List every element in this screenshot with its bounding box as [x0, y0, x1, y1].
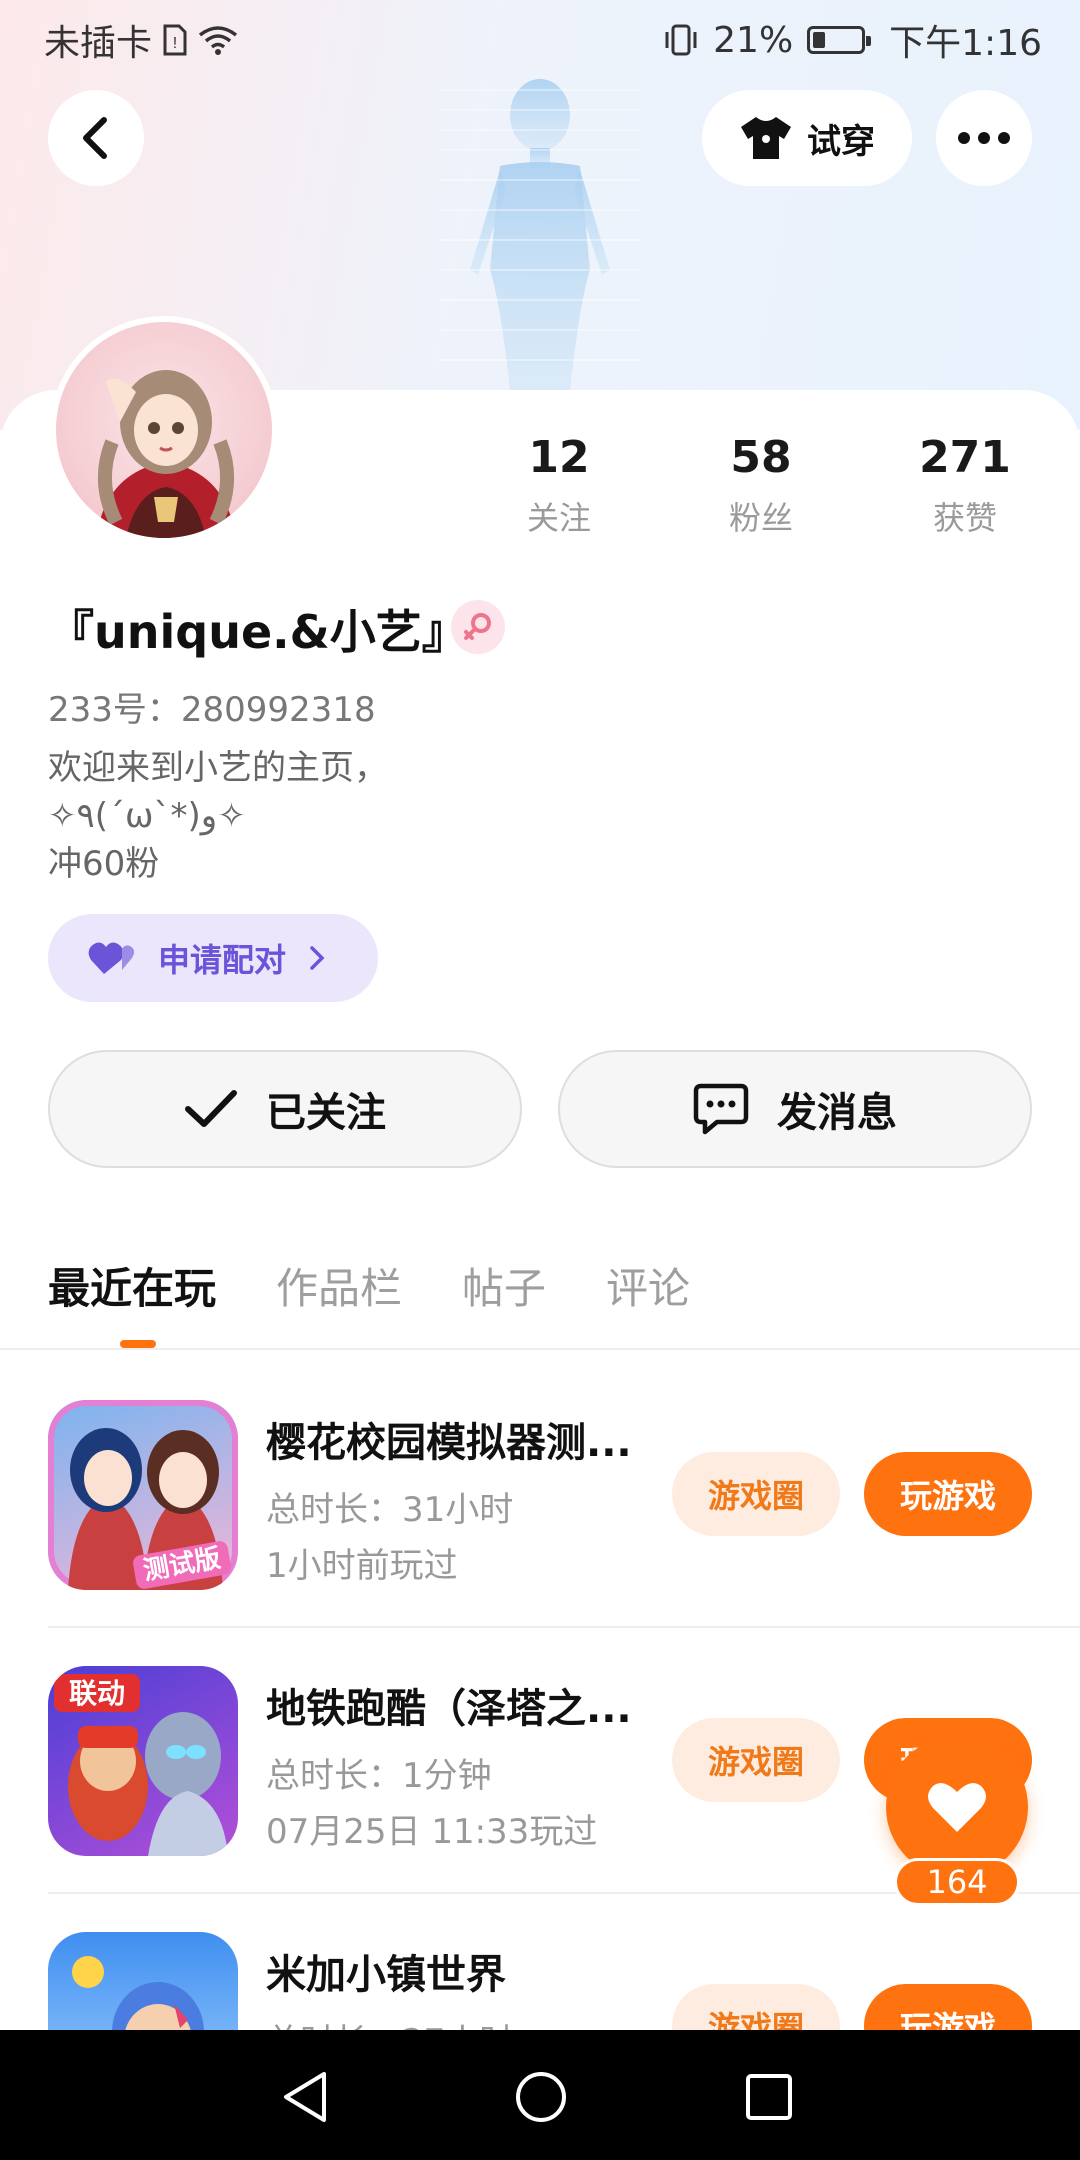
floating-like-button[interactable] — [886, 1736, 1028, 1878]
back-arrow-icon — [83, 117, 107, 159]
tshirt-icon — [741, 117, 791, 159]
game-title: 樱花校园模拟器测... — [266, 1420, 632, 1466]
try-on-button[interactable]: 试穿 — [702, 90, 912, 186]
user-bio: 欢迎来到小艺的主页， ✧٩(ˊωˋ*)و✧ 冲60粉 — [48, 744, 388, 888]
likes-count: 271 — [919, 432, 1011, 483]
chevron-right-icon — [310, 946, 325, 970]
game-list-item[interactable]: 测试版 樱花校园模拟器测... 总时长：31小时 1小时前玩过 游戏圈 玩游戏 — [48, 1400, 1080, 1666]
tab-works[interactable]: 作品栏 — [276, 1255, 402, 1316]
apply-pair-button[interactable]: 申请配对 — [48, 914, 378, 1002]
following-count: 12 — [528, 432, 590, 483]
game-circle-button[interactable]: 游戏圈 — [672, 1452, 840, 1536]
game-duration: 总时长：27小时 — [266, 2014, 513, 2030]
send-message-label: 发消息 — [777, 1090, 897, 1136]
clock-text: 下午1:16 — [889, 23, 1042, 64]
battery-icon — [807, 26, 872, 54]
game-circle-button[interactable]: 游戏圈 — [672, 1984, 840, 2030]
profile-tabs: 最近在玩 作品栏 帖子 评论 — [48, 1255, 690, 1316]
bio-line: ✧٩(ˊωˋ*)و✧ — [48, 796, 246, 836]
followers-label: 粉丝 — [728, 499, 793, 537]
carrier-text: 未插卡 — [44, 23, 153, 64]
active-tab-indicator — [120, 1340, 156, 1348]
nav-recents-icon[interactable] — [744, 2072, 794, 2122]
followed-button[interactable]: 已关注 — [48, 1050, 522, 1168]
tab-posts[interactable]: 帖子 — [462, 1255, 546, 1316]
send-message-button[interactable]: 发消息 — [558, 1050, 1032, 1168]
game-icon-subway-surfers: 联动 — [48, 1666, 238, 1856]
nav-back-icon[interactable] — [280, 2070, 330, 2124]
like-count-badge: 164 — [894, 1858, 1020, 1906]
game-icon-sakura-school: 测试版 — [48, 1400, 238, 1590]
stat-likes[interactable]: 271 获赞 — [880, 432, 1050, 539]
battery-percent: 21% — [713, 19, 794, 61]
game-duration: 总时长：1分钟 — [266, 1756, 492, 1796]
pair-hearts-icon — [88, 942, 135, 974]
play-game-button[interactable]: 玩游戏 — [864, 1984, 1032, 2030]
heart-icon — [928, 1783, 986, 1832]
female-gender-icon — [451, 600, 505, 654]
tab-comments[interactable]: 评论 — [606, 1255, 690, 1316]
game-meta: 总时长：31小时 1小时前玩过 — [266, 1482, 513, 1594]
avatar-hologram-figure — [440, 79, 640, 390]
tab-divider — [0, 1348, 1080, 1350]
more-dots-icon — [958, 132, 1010, 144]
following-label: 关注 — [526, 499, 591, 537]
apply-pair-label: 申请配对 — [158, 941, 287, 979]
tab-recently-played[interactable]: 最近在玩 — [48, 1255, 216, 1316]
user-id: 233号：280992318 — [48, 690, 376, 730]
game-last-played: 07月25日 11:33玩过 — [266, 1812, 598, 1852]
game-title: 地铁跑酷（泽塔之... — [266, 1686, 632, 1732]
sim-icon: ! — [163, 24, 187, 56]
back-button[interactable] — [48, 90, 144, 186]
bio-line: 冲60粉 — [48, 844, 160, 884]
game-circle-button[interactable]: 游戏圈 — [672, 1718, 840, 1802]
wifi-icon — [198, 26, 238, 55]
checkmark-icon — [185, 1090, 237, 1127]
play-game-button[interactable]: 玩游戏 — [864, 1452, 1032, 1536]
user-avatar[interactable] — [50, 316, 278, 544]
game-meta: 总时长：1分钟 07月25日 11:33玩过 — [266, 1748, 597, 1860]
svg-text:!: ! — [173, 35, 177, 52]
likes-label: 获赞 — [932, 499, 997, 537]
game-last-played: 1小时前玩过 — [266, 1546, 458, 1586]
system-nav-bar — [0, 2030, 1080, 2160]
user-nickname: 『unique.&小艺』 — [48, 605, 468, 659]
game-title: 米加小镇世界 — [266, 1952, 506, 1998]
chat-bubble-icon — [693, 1083, 749, 1135]
nav-home-icon[interactable] — [514, 2070, 568, 2124]
more-options-button[interactable] — [936, 90, 1032, 186]
game-meta: 总时长：27小时 — [266, 2014, 513, 2030]
game-icon-badge: 联动 — [69, 1677, 125, 1710]
bio-line: 欢迎来到小艺的主页， — [48, 748, 388, 788]
game-icon-miga-town — [48, 1932, 238, 2030]
status-bar: 未插卡 ! 21% 下午1:16 — [0, 0, 1080, 74]
followers-count: 58 — [730, 432, 792, 483]
avatar-character-image — [96, 370, 236, 538]
row-divider — [48, 1626, 1080, 1628]
followed-label: 已关注 — [266, 1090, 386, 1136]
game-duration: 总时长：31小时 — [266, 1490, 514, 1530]
stat-followers[interactable]: 58 粉丝 — [676, 432, 846, 539]
game-list-item[interactable]: 米加小镇世界 总时长：27小时 游戏圈 玩游戏 — [48, 1932, 1080, 2030]
stat-following[interactable]: 12 关注 — [474, 432, 644, 539]
try-on-label: 试穿 — [807, 121, 875, 162]
vibrate-icon — [665, 24, 697, 56]
